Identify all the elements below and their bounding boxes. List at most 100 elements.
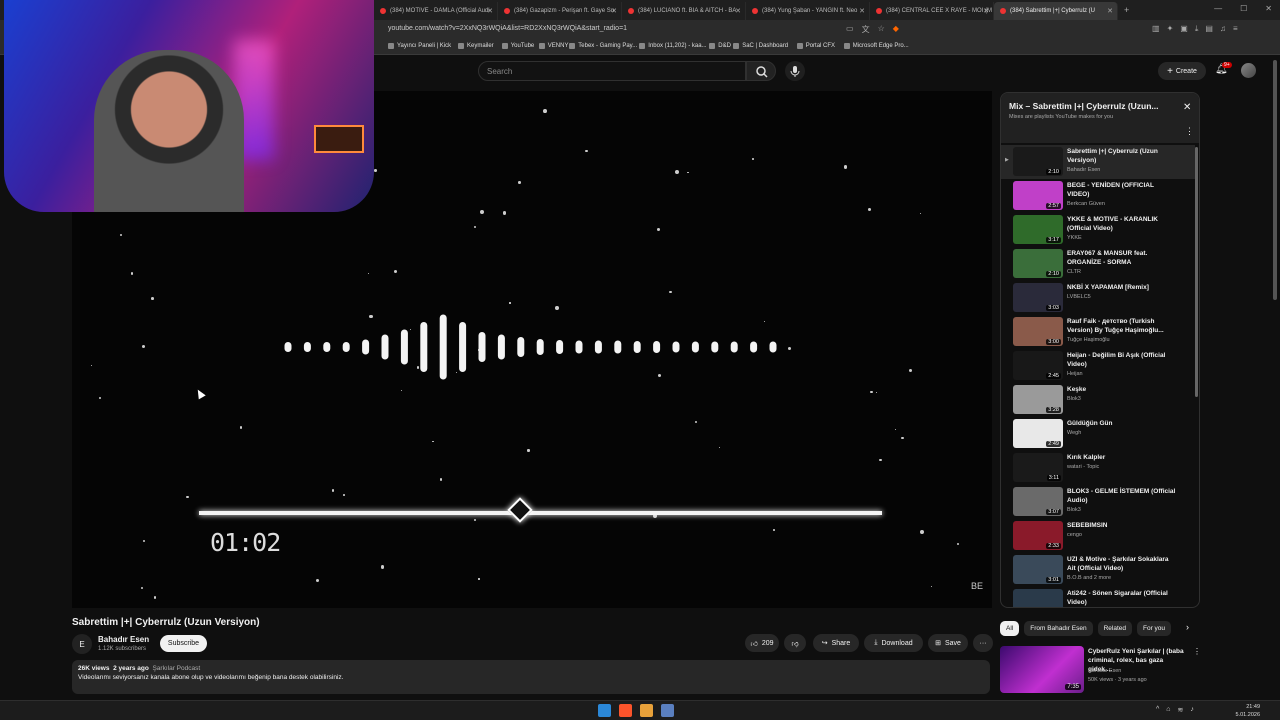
bookmark-item[interactable]: D&D	[709, 43, 731, 49]
bookmark-item[interactable]: VENNY	[538, 43, 568, 49]
browser-tab[interactable]: (384) Sabrettim |+| Cyberrulz (U ✕	[994, 2, 1118, 20]
recommendation-channel[interactable]: Bahadır Esen	[1088, 668, 1121, 674]
chevron-right-icon[interactable]: ›	[1186, 622, 1189, 632]
brave-shield-icon[interactable]: ◆	[893, 24, 899, 35]
playlist-item[interactable]: 3:11 Kırık Kalpler watari - Topic	[1001, 451, 1195, 485]
filter-chip[interactable]: For you	[1137, 621, 1172, 636]
filter-chip[interactable]: From Bahadır Esen	[1024, 621, 1093, 636]
save-button[interactable]: ⊞ Save	[928, 634, 968, 652]
bookmark-item[interactable]: Portal CFX	[796, 43, 835, 49]
playlist-item[interactable]: 3:00 Rauf Faik - детство (Turkish Version…	[1001, 315, 1195, 349]
playlist-item[interactable]: 3:07 BLOK3 - GELME İSTEMEM (Official Audi…	[1001, 485, 1195, 519]
more-actions-button[interactable]: ···	[973, 634, 993, 652]
url-field[interactable]: youtube.com/watch?v=2XxNQ3rWQiA&list=RD2…	[388, 25, 627, 32]
wallet-icon[interactable]: ▤	[1205, 24, 1213, 34]
sidebar-icon[interactable]: ▥	[1152, 24, 1160, 34]
bookmark-item[interactable]: Microsoft Edge Pro...	[843, 43, 909, 49]
playlist-item[interactable]: 2:10 ERAY067 & MANSUR feat. ORGANİZE - SO…	[1001, 247, 1195, 281]
playlist-scrollbar[interactable]	[1195, 147, 1198, 397]
downloads-icon[interactable]: ⤓	[1195, 24, 1199, 34]
screenshot-icon[interactable]: ▣	[1180, 24, 1188, 34]
search-button[interactable]	[746, 61, 776, 81]
bookmark-item[interactable]: Yayıncı Paneli | Kick	[388, 43, 451, 49]
bookmark-item[interactable]: Keymailer	[458, 43, 494, 49]
subscribe-button[interactable]: Subscribe	[160, 635, 207, 652]
close-tab-icon[interactable]: ✕	[487, 7, 493, 15]
close-tab-icon[interactable]: ✕	[735, 7, 741, 15]
playlist-duration: 3:11	[1046, 475, 1061, 481]
playlist-item[interactable]: ▶ 2:10 Sabrettim |+| Cyberrulz (Uzun Versi…	[1001, 145, 1195, 179]
share-button[interactable]: ↪ Share	[813, 634, 859, 652]
browser-tab[interactable]: (384) LUCIANO ft. BIA & AITCH - BA ✕	[622, 2, 746, 20]
close-tab-icon[interactable]: ✕	[859, 7, 865, 15]
bookmark-item[interactable]: Tebex - Gaming Pay...	[569, 43, 637, 49]
visualizer-bar	[342, 342, 350, 352]
search-input[interactable]: Search	[478, 61, 746, 81]
network-icon[interactable]: ⌂	[1166, 706, 1170, 714]
browser-tab[interactable]: (384) MOTIVE - DAMLA (Official Audi ✕	[374, 2, 498, 20]
menu-icon[interactable]: ≡	[1233, 24, 1238, 34]
more-vert-icon[interactable]: ⋮	[1193, 647, 1201, 656]
new-tab-button[interactable]: +	[1124, 5, 1129, 15]
star-icon[interactable]: ☆	[878, 24, 885, 35]
podcast-tag[interactable]: Şarkılar Podcast	[152, 665, 200, 672]
like-button[interactable]: 👍︎ 209	[745, 634, 779, 652]
create-button[interactable]: + Create	[1158, 62, 1206, 80]
visualizer-bar	[672, 341, 680, 353]
close-tab-icon[interactable]: ✕	[611, 7, 617, 15]
taskbar-clock[interactable]: 21:49 5.01.2026	[1232, 703, 1260, 719]
minimize-icon[interactable]: —	[1214, 4, 1222, 13]
translate-icon[interactable]: 文	[862, 24, 870, 35]
user-avatar[interactable]	[1241, 63, 1256, 78]
app-icon[interactable]	[640, 704, 653, 717]
playlist-item[interactable]: 3:30Ati242 - Sönen Sigaralar (Official V…	[1001, 587, 1195, 607]
recommendation-thumbnail[interactable]: 7:35	[1000, 646, 1084, 693]
volume-icon[interactable]: ♪	[1190, 706, 1194, 714]
windows-start-icon[interactable]	[598, 704, 611, 717]
playlist-item[interactable]: 2:49 Güldüğün Gün Wegh	[1001, 417, 1195, 451]
music-icon[interactable]: ♫	[1220, 24, 1226, 34]
browser-tab[interactable]: (384) CENTRAL CEE X RAYE - MOI (M ✕	[870, 2, 994, 20]
wifi-icon[interactable]: ≋	[1178, 706, 1184, 714]
chevron-up-icon[interactable]: ^	[1156, 706, 1159, 714]
channel-avatar[interactable]: E	[72, 634, 92, 654]
bookmark-item[interactable]: YouTube	[501, 43, 534, 49]
window-controls: — ☐ ✕	[1214, 4, 1272, 13]
subscriber-count: 1.12K subscribers	[98, 646, 147, 652]
playlist-item[interactable]: 2:33 SEBEBIMSIN cengo	[1001, 519, 1195, 553]
video-title: Sabrettim |+| Cyberrulz (Uzun Versiyon)	[72, 617, 260, 628]
playlist-item[interactable]: 3:28 Keşke Blok3	[1001, 383, 1195, 417]
page-scrollbar[interactable]	[1273, 60, 1277, 300]
dislike-button[interactable]: 👎︎	[784, 634, 806, 652]
browser-tab[interactable]: (384) Gazapizm - Perişan ft. Gaye Su ✕	[498, 2, 622, 20]
playlist-item[interactable]: 2:45 Heijan - Değilim Bi Aşık (Official V…	[1001, 349, 1195, 383]
playlist-duration: 2:33	[1046, 543, 1061, 549]
bookmark-item[interactable]: SaC | Dashboard	[733, 43, 788, 49]
more-vert-icon[interactable]: ⋮	[1185, 126, 1194, 137]
visualizer-bar	[594, 340, 602, 354]
close-tab-icon[interactable]: ✕	[983, 7, 989, 15]
cast-icon[interactable]: ▭	[846, 24, 854, 35]
browser-tab[interactable]: (384) Yung Şaban - YANGIN ft. Neo ✕	[746, 2, 870, 20]
channel-name[interactable]: Bahadır Esen	[98, 635, 149, 644]
close-icon[interactable]: ✕	[1183, 102, 1191, 113]
file-explorer-icon[interactable]	[661, 704, 674, 717]
close-tab-icon[interactable]: ✕	[1107, 7, 1113, 15]
voice-search-button[interactable]	[785, 61, 805, 81]
filter-chip[interactable]: Related	[1097, 621, 1132, 636]
playlist-duration: 2:57	[1046, 203, 1061, 209]
download-button[interactable]: ⤓ Download	[864, 634, 923, 652]
description-box[interactable]: 26K views 2 years ago Şarkılar Podcast V…	[72, 660, 990, 694]
playlist-item[interactable]: 3:03 NKBİ X YAPAMAM [Remix] LVBELC5	[1001, 281, 1195, 315]
playlist-title: Mix – Sabrettim |+| Cyberrulz (Uzun...	[1009, 101, 1159, 111]
brave-browser-icon[interactable]	[619, 704, 632, 717]
bookmark-item[interactable]: Inbox (11,202) - kaa...	[639, 43, 707, 49]
playlist-item[interactable]: 3:01 UZI & Motive - Şarkılar Sokaklara Ai…	[1001, 553, 1195, 587]
playlist-item[interactable]: 2:57 BEGE - YENİDEN (OFFICIAL VIDEO) Berkc…	[1001, 179, 1195, 213]
maximize-icon[interactable]: ☐	[1240, 4, 1247, 13]
playlist-item[interactable]: 3:17 YKKE & MOTIVE - KARANLIK (Official V…	[1001, 213, 1195, 247]
filter-chip[interactable]: All	[1000, 621, 1020, 636]
extensions-icon[interactable]: ✦	[1167, 24, 1174, 34]
close-window-icon[interactable]: ✕	[1265, 4, 1272, 13]
create-label: Create	[1175, 67, 1197, 75]
